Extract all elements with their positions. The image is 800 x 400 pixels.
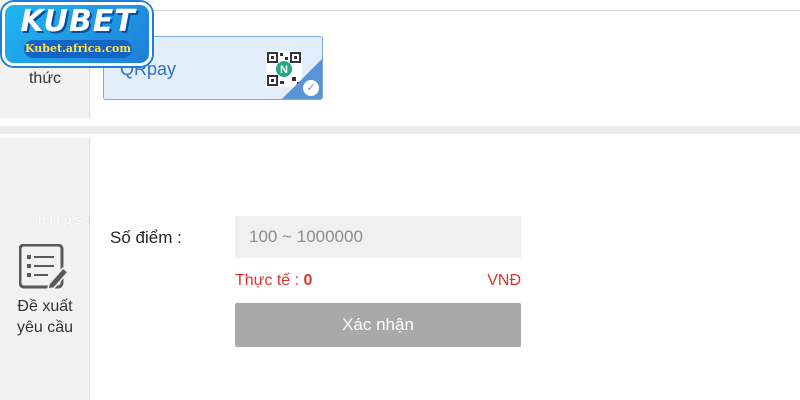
logo-site: Kubet.africa.com (24, 40, 132, 58)
actual-label: Thực tế : (235, 272, 304, 289)
request-label-line2: yêu cầu (16, 319, 74, 336)
request-label-line1: Đề xuất (17, 298, 73, 315)
checkmark-icon: ✓ (303, 80, 319, 96)
request-label: Đề xuất yêu cầu (0, 296, 90, 338)
deposit-page: thức QRpay N ✓ Đề xuất yêu cầu https: Số… (0, 0, 800, 400)
currency-label: VNĐ (487, 272, 521, 289)
logo-wordmark: KUBET (20, 4, 136, 39)
payment-method-label: thức (28, 70, 62, 87)
section-divider (0, 126, 800, 134)
actual-value: 0 (303, 272, 313, 289)
request-sidebar: Đề xuất yêu cầu (0, 138, 90, 400)
watermark-text: https: (38, 212, 93, 227)
confirm-button[interactable]: Xác nhận (235, 303, 521, 347)
actual-amount: Thực tế : 0 (235, 272, 312, 290)
actual-amount-row: Thực tế : 0 VNĐ (235, 272, 521, 292)
top-divider (150, 10, 800, 11)
points-label: Số điểm : (110, 228, 182, 247)
kubet-logo: KUBET Kubet.africa.com (0, 0, 154, 68)
points-input[interactable] (235, 216, 521, 258)
edit-document-icon (19, 244, 69, 290)
